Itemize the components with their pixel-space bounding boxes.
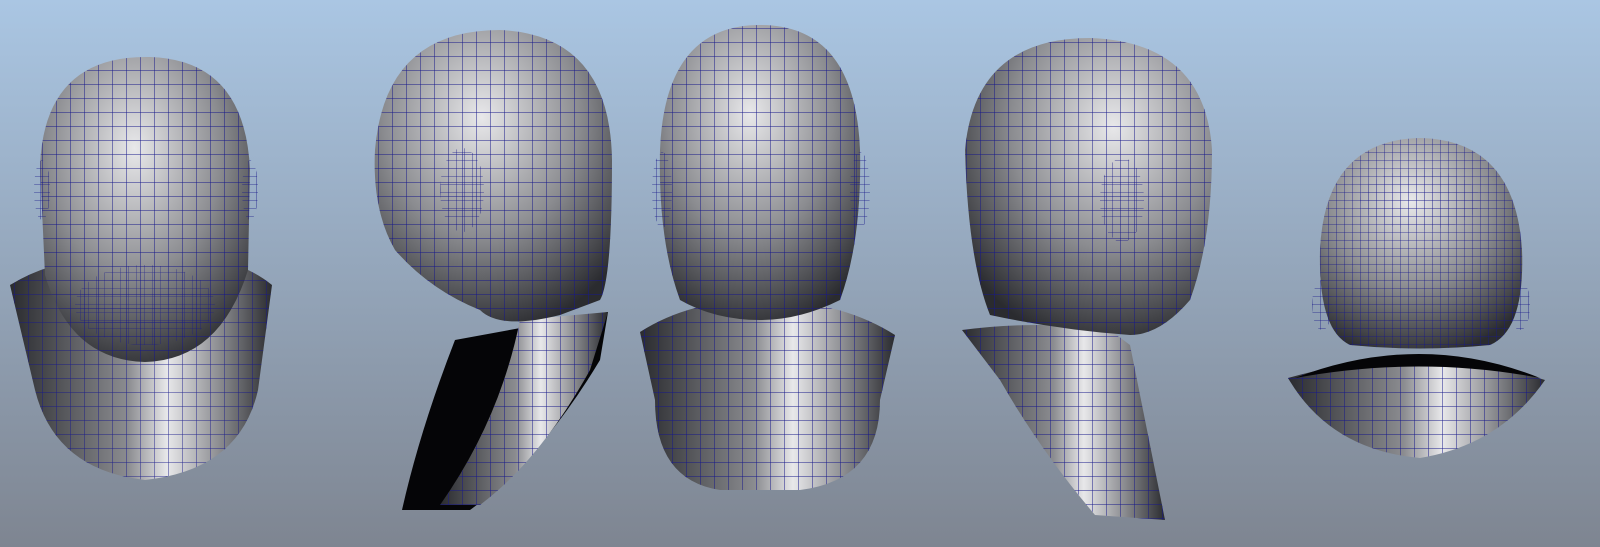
maya-viewport[interactable] — [0, 0, 1600, 547]
ear — [1100, 158, 1144, 242]
ear-right — [1510, 280, 1530, 330]
head-model-top-view[interactable] — [10, 56, 272, 480]
face-region — [75, 265, 215, 345]
ear-left — [34, 160, 50, 220]
ear-left — [1312, 280, 1332, 330]
ear — [440, 148, 484, 232]
nose-and-mouth — [1360, 170, 1480, 230]
ear-right — [850, 152, 870, 228]
ear-left — [652, 152, 672, 228]
viewport-canvas[interactable] — [0, 0, 1600, 547]
ear-right — [242, 160, 258, 220]
